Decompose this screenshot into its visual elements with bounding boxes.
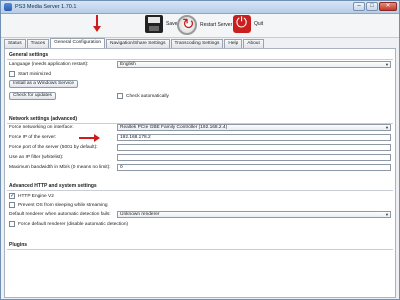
check-updates-button[interactable]: Check for updates — [9, 92, 56, 100]
force-port-input[interactable] — [117, 144, 391, 151]
language-label: Language (needs application restart): — [9, 62, 89, 67]
quit-button[interactable]: Quit — [233, 14, 264, 33]
force-interface-label: Force networking on interface: — [9, 125, 74, 130]
checkmark-icon: ✓ — [9, 193, 16, 199]
check-automatically-label: Check automatically — [126, 93, 169, 99]
chevron-down-icon: ▼ — [385, 62, 389, 67]
force-interface-select[interactable]: Realtek PCIe GBE Family Controller (192.… — [117, 124, 391, 131]
checkbox-box — [9, 71, 15, 77]
divider — [7, 249, 393, 250]
maximize-button[interactable]: □ — [366, 2, 378, 11]
force-default-renderer-checkbox[interactable]: Force default renderer (disable automati… — [9, 221, 128, 227]
http-engine-v2-label: HTTP Engine V2 — [18, 193, 54, 199]
max-bandwidth-label: Maximum bandwidth in Mb/s (0 means no li… — [9, 165, 111, 170]
general-configuration-panel: General settings Language (needs applica… — [4, 48, 396, 298]
prevent-sleep-checkbox[interactable]: Prevent OS from sleeping while streaming — [9, 202, 108, 208]
advanced-settings-title: Advanced HTTP and system settings — [9, 183, 97, 189]
tab-general-configuration[interactable]: General Configuration — [50, 38, 106, 48]
chevron-down-icon: ▼ — [385, 212, 389, 217]
minimize-button[interactable]: – — [353, 2, 365, 11]
max-bandwidth-input[interactable]: 0 — [117, 164, 391, 171]
checkbox-box — [117, 93, 123, 99]
general-settings-title: General settings — [9, 52, 49, 58]
app-icon — [4, 3, 12, 11]
http-engine-v2-checkbox[interactable]: ✓ HTTP Engine V2 — [9, 193, 54, 199]
close-button[interactable]: ✕ — [379, 2, 397, 11]
default-renderer-select[interactable]: Unknown renderer ▼ — [117, 211, 391, 218]
prevent-sleep-label: Prevent OS from sleeping while streaming — [18, 202, 108, 208]
tab-traces[interactable]: Traces — [26, 39, 50, 48]
tab-status[interactable]: Status — [4, 39, 26, 48]
tab-navigation-share[interactable]: Navigation/Share Settings — [106, 39, 170, 48]
checkbox-box — [9, 202, 15, 208]
restart-server-button[interactable]: Restart Server — [177, 15, 232, 35]
checkbox-box — [9, 221, 15, 227]
install-service-button[interactable]: Install as a Windows Service — [9, 80, 79, 88]
chevron-down-icon: ▼ — [385, 125, 389, 130]
ip-filter-label: Use an IP filter (whitelist): — [9, 155, 64, 160]
save-label: Save — [166, 21, 178, 27]
force-default-renderer-label: Force default renderer (disable automati… — [18, 221, 129, 227]
tab-transcoding[interactable]: Transcoding Settings — [170, 39, 224, 48]
language-select[interactable]: English ▼ — [117, 61, 391, 68]
network-settings-title: Network settings (advanced) — [9, 116, 78, 122]
red-arrow-annotation-right — [79, 134, 101, 142]
window-controls: – □ ✕ — [352, 2, 397, 11]
floppy-disk-icon — [145, 15, 163, 33]
title-bar: PS3 Media Server 1.70.1 – □ ✕ — [1, 1, 399, 14]
tab-help[interactable]: Help — [224, 39, 243, 48]
default-renderer-value: Unknown renderer — [120, 212, 160, 217]
plugins-title: Plugins — [9, 242, 28, 248]
red-arrow-annotation-down — [92, 15, 102, 33]
language-value: English — [120, 62, 136, 67]
force-ip-input[interactable]: 192.168.178.2 — [117, 134, 391, 141]
start-minimized-label: Start minimized — [18, 71, 52, 77]
tab-bar: Status Traces General Configuration Navi… — [4, 38, 265, 48]
window-title: PS3 Media Server 1.70.1 — [15, 4, 77, 10]
force-port-label: Force port of the server (5001 by defaul… — [9, 145, 98, 150]
force-ip-label: Force IP of the server: — [9, 135, 57, 140]
check-automatically-checkbox[interactable]: Check automatically — [117, 93, 169, 99]
power-icon — [233, 14, 251, 33]
tab-about[interactable]: About — [243, 39, 264, 48]
divider — [7, 59, 393, 60]
restart-label: Restart Server — [200, 22, 233, 28]
start-minimized-checkbox[interactable]: Start minimized — [9, 71, 51, 77]
app-window: PS3 Media Server 1.70.1 – □ ✕ Save Resta… — [0, 0, 400, 300]
ip-filter-input[interactable] — [117, 154, 391, 161]
default-renderer-label: Default renderer when automatic detectio… — [9, 212, 111, 217]
quit-label: Quit — [254, 21, 264, 27]
divider — [7, 190, 393, 191]
force-interface-value: Realtek PCIe GBE Family Controller (192.… — [120, 125, 228, 130]
restart-icon — [177, 15, 197, 35]
toolbar: Save Restart Server Quit — [1, 14, 399, 38]
save-button[interactable]: Save — [145, 15, 177, 33]
